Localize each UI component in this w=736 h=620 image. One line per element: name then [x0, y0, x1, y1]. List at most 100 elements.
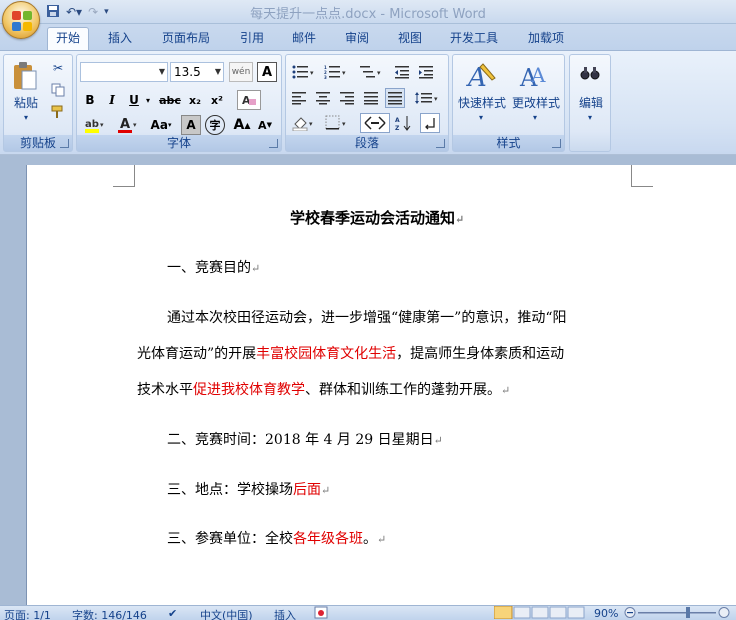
font-name-combo[interactable]: ▼: [80, 62, 168, 82]
status-word-count[interactable]: 字数: 146/146: [72, 607, 147, 620]
styles-group: A 快速样式 ▾ AA 更改样式 ▾ 样式: [452, 54, 565, 152]
tab-references[interactable]: 引用: [240, 29, 264, 49]
purpose-line-2a: 光体育运动”的开展: [137, 346, 257, 362]
underline-dropdown-icon[interactable]: ▾: [142, 90, 154, 110]
document-page[interactable]: 学校春季运动会活动通知↵ 一、竞赛目的↵ 通过本次校田径运动会，进一步增强“健康…: [26, 165, 736, 605]
styles-launcher-icon[interactable]: [552, 139, 561, 148]
margin-corner-top-left: [113, 165, 135, 187]
svg-text:▾: ▾: [100, 121, 104, 129]
proofing-icon[interactable]: ✔: [168, 607, 177, 620]
multilevel-list-icon[interactable]: ▾: [356, 62, 386, 82]
enclose-char-button[interactable]: 字: [205, 115, 225, 135]
svg-text:▾: ▾: [434, 95, 438, 103]
section-purpose-heading: 一、竞赛目的↵: [167, 257, 260, 277]
doc-title: 学校春季运动会活动通知↵: [290, 207, 464, 228]
tab-view[interactable]: 视图: [398, 29, 422, 49]
paragraph-mark: ↵: [251, 262, 261, 275]
status-insert-mode[interactable]: 插入: [274, 607, 296, 620]
bold-button[interactable]: B: [80, 90, 100, 110]
quick-styles-icon[interactable]: A: [463, 59, 499, 93]
show-marks-icon[interactable]: [420, 113, 440, 133]
purpose-line-3: 技术水平促进我校体育教学、群体和训练工作的蓬勃开展。↵: [137, 379, 510, 399]
numbering-icon[interactable]: 1 2 3 ▾: [321, 62, 351, 82]
status-language[interactable]: 中文(中国): [200, 607, 253, 620]
clipboard-group: 粘贴 ▾ ✂ 剪贴板: [3, 54, 73, 152]
section-time-text: 二、竞赛时间：2018 年 4 月 29 日星期日: [167, 432, 434, 448]
section-place-red: 后面: [293, 482, 321, 498]
format-painter-icon[interactable]: [48, 103, 68, 121]
status-zoom[interactable]: 90%: [594, 607, 618, 620]
increase-indent-icon[interactable]: [416, 62, 436, 82]
align-center-icon[interactable]: [313, 88, 333, 108]
section-units-text: 三、参赛单位：全校: [167, 531, 293, 547]
paste-icon[interactable]: [8, 59, 42, 93]
justify-icon[interactable]: [361, 88, 381, 108]
cut-icon[interactable]: ✂: [48, 59, 68, 77]
binoculars-icon[interactable]: [578, 61, 602, 85]
font-launcher-icon[interactable]: [269, 139, 278, 148]
change-styles-button[interactable]: 更改样式: [509, 95, 563, 110]
subscript-button[interactable]: x₂: [185, 90, 205, 110]
clear-format-icon[interactable]: A: [237, 90, 261, 110]
tab-mailings[interactable]: 邮件: [292, 29, 316, 49]
font-name-dropdown-icon[interactable]: ▼: [159, 63, 165, 81]
tab-developer[interactable]: 开发工具: [450, 29, 498, 49]
phonetic-guide-button[interactable]: wén: [229, 62, 253, 82]
line-spacing-icon[interactable]: ▾: [411, 88, 443, 108]
asian-layout-icon[interactable]: [360, 113, 390, 133]
macro-record-icon[interactable]: [314, 606, 328, 620]
window-title: 每天提升一点点.docx - Microsoft Word: [250, 7, 486, 22]
borders-icon[interactable]: ▾: [322, 113, 352, 133]
purpose-line-2: 光体育运动”的开展丰富校园体育文化生活，提高师生身体素质和运动: [137, 343, 564, 363]
tab-review[interactable]: 审阅: [345, 29, 369, 49]
svg-text:A: A: [530, 63, 546, 87]
font-size-dropdown-icon[interactable]: ▼: [215, 63, 221, 81]
zoom-slider[interactable]: [624, 606, 732, 620]
distributed-align-icon[interactable]: [385, 88, 405, 108]
section-time: 二、竞赛时间：2018 年 4 月 29 日星期日↵: [167, 429, 443, 449]
tab-insert[interactable]: 插入: [108, 29, 132, 49]
paste-button[interactable]: 粘贴: [6, 95, 46, 110]
change-styles-icon[interactable]: AA: [517, 59, 553, 93]
editing-dropdown-icon[interactable]: ▾: [582, 111, 598, 123]
status-page[interactable]: 页面: 1/1: [4, 607, 51, 620]
font-color-button[interactable]: A ▾: [113, 115, 143, 135]
tab-page-layout[interactable]: 页面布局: [162, 29, 210, 49]
paragraph-launcher-icon[interactable]: [436, 139, 445, 148]
svg-text:▾: ▾: [309, 120, 313, 128]
align-right-icon[interactable]: [337, 88, 357, 108]
italic-button[interactable]: I: [102, 90, 122, 110]
bullets-icon[interactable]: ▾: [289, 62, 319, 82]
superscript-button[interactable]: x²: [207, 90, 227, 110]
change-styles-dropdown-icon[interactable]: ▾: [527, 111, 543, 123]
tab-addins[interactable]: 加载项: [528, 29, 564, 49]
grow-font-button[interactable]: A ▲: [232, 115, 252, 135]
clipboard-launcher-icon[interactable]: [60, 139, 69, 148]
align-left-icon[interactable]: [289, 88, 309, 108]
copy-icon[interactable]: [48, 81, 68, 99]
font-size-combo[interactable]: 13.5 ▼: [170, 62, 224, 82]
decrease-indent-icon[interactable]: [392, 62, 412, 82]
shading-icon[interactable]: ▾: [289, 113, 319, 133]
section-units: 三、参赛单位：全校各年级各班。↵: [167, 528, 386, 548]
editing-button[interactable]: 编辑: [572, 95, 610, 110]
svg-text:3: 3: [324, 75, 327, 79]
quick-styles-button[interactable]: 快速样式: [455, 95, 509, 110]
strikethrough-button[interactable]: abc: [157, 90, 183, 110]
change-case-button[interactable]: Aa ▾: [147, 115, 175, 135]
tab-home[interactable]: 开始: [47, 27, 90, 50]
office-button[interactable]: [2, 1, 40, 39]
section-purpose-text: 一、竞赛目的: [167, 260, 251, 276]
char-shading-button[interactable]: A: [181, 115, 201, 135]
view-print-layout-icon[interactable]: [493, 605, 590, 620]
underline-button[interactable]: U: [124, 90, 144, 110]
sort-icon[interactable]: AZ: [394, 113, 414, 133]
paragraph-mark: ↵: [377, 533, 387, 546]
paste-dropdown-icon[interactable]: ▾: [16, 111, 36, 123]
quick-styles-dropdown-icon[interactable]: ▾: [473, 111, 489, 123]
svg-text:▾: ▾: [310, 69, 314, 77]
shrink-font-button[interactable]: A ▼: [255, 115, 275, 135]
char-border-button[interactable]: A: [257, 62, 277, 82]
paragraph-mark: ↵: [433, 434, 443, 447]
highlight-color-button[interactable]: ab ▾: [80, 115, 110, 135]
